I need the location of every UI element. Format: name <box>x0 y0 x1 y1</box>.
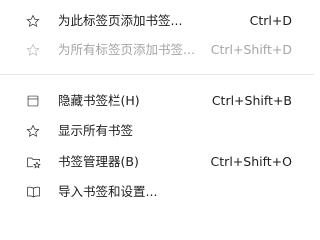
bookmark-all-tabs-item[interactable]: 为所有标签页添加书签... Ctrl+Shift+D <box>0 37 314 63</box>
show-all-bookmarks-item[interactable]: 显示所有书签 <box>0 118 314 144</box>
menu-item-shortcut: Ctrl+D <box>249 13 292 28</box>
menu-item-label: 为所有标签页添加书签... <box>58 42 195 57</box>
menu-item-label: 显示所有书签 <box>58 123 134 138</box>
hide-bookmarks-bar-item[interactable]: 隐藏书签栏(H) Ctrl+Shift+B <box>0 88 314 114</box>
bookmarks-context-menu: 为此标签页添加书签... Ctrl+D 为所有标签页添加书签... Ctrl+S… <box>0 0 314 216</box>
menu-item-label: 导入书签和设置... <box>58 184 158 199</box>
menu-item-label: 隐藏书签栏(H) <box>58 93 140 108</box>
menu-item-shortcut: Ctrl+Shift+B <box>211 93 292 108</box>
star-icon <box>25 13 41 29</box>
book-import-icon <box>25 184 41 200</box>
folder-star-icon <box>25 154 41 170</box>
star-icon <box>25 123 41 139</box>
star-icon <box>25 42 41 58</box>
menu-item-label: 为此标签页添加书签... <box>58 13 183 28</box>
menu-item-shortcut: Ctrl+Shift+O <box>210 154 292 169</box>
bookmarks-bar-icon <box>25 93 41 109</box>
import-bookmarks-settings-item[interactable]: 导入书签和设置... <box>0 179 314 205</box>
menu-item-shortcut: Ctrl+Shift+D <box>210 42 292 57</box>
menu-separator <box>0 74 314 75</box>
bookmark-this-tab-item[interactable]: 为此标签页添加书签... Ctrl+D <box>0 8 314 34</box>
bookmark-manager-item[interactable]: 书签管理器(B) Ctrl+Shift+O <box>0 149 314 175</box>
menu-item-label: 书签管理器(B) <box>58 154 139 169</box>
